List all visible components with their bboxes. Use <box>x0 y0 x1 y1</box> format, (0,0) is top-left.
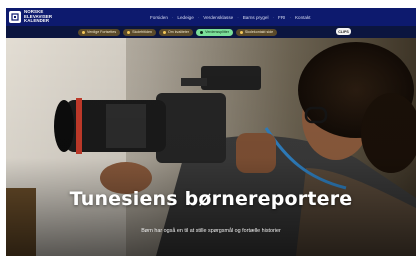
hero-image <box>6 38 416 256</box>
filter-pill-4[interactable]: Skolekontakt side <box>235 28 278 36</box>
filter-pill-1[interactable]: Skolefritiden <box>123 28 156 36</box>
nav-link-1[interactable]: Ledeige <box>177 15 193 20</box>
nav-separator: · <box>272 14 275 20</box>
filter-pill-label: Verdige Fortsettes <box>87 30 117 34</box>
hero-photo-illustration <box>6 38 416 256</box>
logo-mark-icon <box>9 11 21 23</box>
clips-badge-label: CLIPS <box>338 29 349 34</box>
pill-dot-icon <box>82 30 85 34</box>
filter-pill-3-active[interactable]: Verdenssplitter <box>196 28 233 36</box>
nav-link-4[interactable]: FRI <box>278 15 285 20</box>
nav-separator: · <box>197 14 200 20</box>
category-filter-bar: Verdige Fortsettes Skolefritiden Om kval… <box>6 26 416 38</box>
logo-wordmark: NORSKE ELEVAVISER KALENDER <box>24 9 52 24</box>
pill-dot-icon <box>127 30 131 34</box>
nav-link-3[interactable]: Barns prygel <box>243 15 269 20</box>
pill-dot-icon <box>200 30 204 34</box>
web-page: NORSKE ELEVAVISER KALENDER Forsiden · Le… <box>6 8 416 256</box>
nav-separator: · <box>237 14 239 20</box>
filter-pill-label: Skolefritiden <box>132 30 152 34</box>
nav-link-5[interactable]: Kontakt <box>295 15 311 20</box>
hero-subtitle: Børn har også en til at stille spørgsmål… <box>141 228 281 234</box>
site-header: NORSKE ELEVAVISER KALENDER Forsiden · Le… <box>6 8 416 26</box>
filter-pill-0[interactable]: Verdige Fortsettes <box>78 28 121 36</box>
pill-dot-icon <box>162 30 166 34</box>
top-navigation: Forsiden · Ledeige · Verdensklasse · Bar… <box>150 8 311 26</box>
filter-pill-label: Om kvaliteter <box>167 30 190 34</box>
hero-title: Tunesiens børnereportere <box>69 188 353 210</box>
filter-pill-2[interactable]: Om kvaliteter <box>158 28 194 36</box>
logo-line-3: KALENDER <box>24 18 50 24</box>
filter-pill-label: Verdenssplitter <box>205 30 229 34</box>
photo-gradient-overlay <box>6 38 416 256</box>
nav-link-0[interactable]: Forsiden <box>150 15 168 20</box>
nav-separator: · <box>171 14 174 20</box>
screenshot-frame: NORSKE ELEVAVISER KALENDER Forsiden · Le… <box>0 0 420 261</box>
nav-separator: · <box>289 14 291 20</box>
filter-pill-label: Skolekontakt side <box>244 30 274 34</box>
clips-badge[interactable]: CLIPS <box>336 28 351 35</box>
site-logo[interactable]: NORSKE ELEVAVISER KALENDER <box>9 9 52 24</box>
pill-dot-icon <box>239 30 243 34</box>
nav-link-2[interactable]: Verdensklasse <box>203 15 233 20</box>
